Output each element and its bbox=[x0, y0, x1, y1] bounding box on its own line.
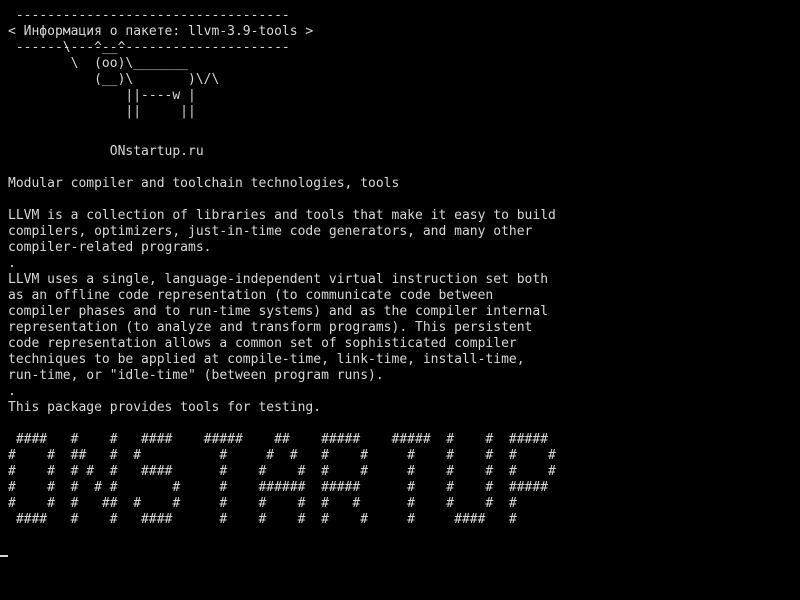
text-cursor bbox=[0, 555, 8, 557]
description-line: . bbox=[8, 256, 16, 271]
description-line: compiler-related programs. bbox=[8, 240, 212, 255]
site-name: ONstartup.ru bbox=[8, 144, 204, 159]
description-line: Modular compiler and toolchain technolog… bbox=[8, 176, 400, 191]
description-line: as an offline code representation (to co… bbox=[8, 288, 494, 303]
cow-line: (__)\ )\/\ bbox=[8, 72, 220, 87]
cow-line: \ (oo)\_______ bbox=[8, 56, 189, 71]
description-line: This package provides tools for testing. bbox=[8, 400, 322, 415]
site-label: ONstartup.ru bbox=[8, 144, 204, 160]
ascii-art-line: # # # ## # # # # # # # # # # # bbox=[8, 496, 517, 511]
onstartup-ascii-banner: #### # # #### ##### ## ##### ##### # # #… bbox=[8, 432, 556, 528]
cow-line: || || bbox=[8, 104, 196, 119]
terminal-screen[interactable]: ----------------------------------- < Ин… bbox=[0, 0, 800, 600]
cow-line: \ ^__^ bbox=[8, 40, 126, 55]
package-description: Modular compiler and toolchain technolog… bbox=[8, 176, 556, 416]
description-line: LLVM uses a single, language-independent… bbox=[8, 272, 549, 287]
ascii-art-line: # # ## # # # # # # # # # # # # bbox=[8, 448, 556, 463]
description-line: run-time, or "idle-time" (between progra… bbox=[8, 368, 384, 383]
banner-title: < Информация о пакете: llvm-3.9-tools > bbox=[8, 24, 314, 39]
description-line: code representation allows a common set … bbox=[8, 336, 517, 351]
description-line: techniques to be applied at compile-time… bbox=[8, 352, 525, 367]
description-line: . bbox=[8, 384, 16, 399]
description-line: compilers, optimizers, just-in-time code… bbox=[8, 224, 533, 239]
description-line: representation (to analyze and transform… bbox=[8, 320, 533, 335]
ascii-art-line: # # # # # # # ###### ##### # # # ##### bbox=[8, 480, 549, 495]
ascii-art-line: #### # # #### # # # # # # #### # bbox=[8, 512, 517, 527]
banner-top-border: ----------------------------------- bbox=[8, 8, 290, 23]
ascii-art-line: # # # # # #### # # # # # # # # # # bbox=[8, 464, 556, 479]
cow-ascii-art: \ ^__^ \ (oo)\_______ (__)\ )\/\ ||----w… bbox=[8, 40, 220, 120]
ascii-art-line: #### # # #### ##### ## ##### ##### # # #… bbox=[8, 432, 549, 447]
cow-line: ||----w | bbox=[8, 88, 196, 103]
description-line: compiler phases and to run-time systems)… bbox=[8, 304, 549, 319]
description-line: LLVM is a collection of libraries and to… bbox=[8, 208, 556, 223]
